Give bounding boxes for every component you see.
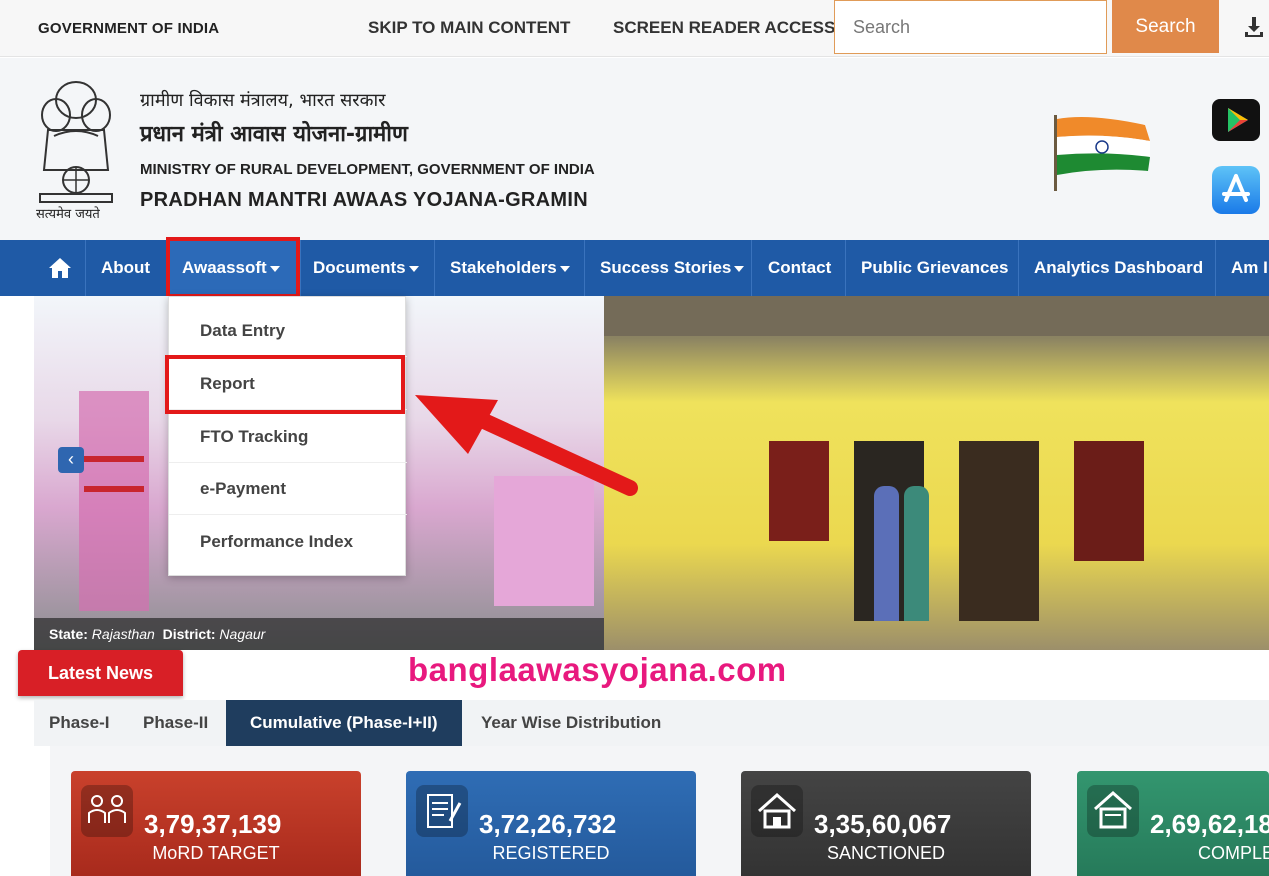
nav-public-grievances[interactable]: Public Grievances xyxy=(861,240,1008,296)
download-icon[interactable] xyxy=(1242,15,1266,39)
indian-flag-icon xyxy=(1054,115,1150,191)
emblem-motto: सत्यमेव जयते xyxy=(36,207,100,222)
stat-label: COMPLETED xyxy=(1197,843,1269,863)
stat-label: REGISTERED xyxy=(492,843,610,863)
latest-news-label[interactable]: Latest News xyxy=(18,650,183,696)
nav-success-stories[interactable]: Success Stories xyxy=(600,240,745,296)
search-button[interactable]: Search xyxy=(1112,0,1219,53)
nav-stakeholders-label: Stakeholders xyxy=(450,258,557,277)
awaassoft-dropdown: Data Entry Report FTO Tracking e-Payment… xyxy=(168,296,407,576)
tab-year-wise[interactable]: Year Wise Distribution xyxy=(481,700,661,746)
dropdown-item-e-payment[interactable]: e-Payment xyxy=(169,463,407,515)
nav-analytics-dashboard[interactable]: Analytics Dashboard xyxy=(1034,240,1203,296)
stat-value: 3,72,26,732 xyxy=(479,809,617,839)
house-icon xyxy=(751,785,803,837)
nav-stakeholders[interactable]: Stakeholders xyxy=(450,240,570,296)
stat-card-completed: 2,69,62,18 COMPLETED xyxy=(1077,771,1269,876)
stat-value: 3,79,37,139 xyxy=(144,809,282,839)
chevron-down-icon xyxy=(559,265,570,272)
nav-success-stories-label: Success Stories xyxy=(600,258,732,277)
report-highlight xyxy=(165,355,405,414)
nav-documents-label: Documents xyxy=(313,258,406,277)
stat-value: 3,35,60,067 xyxy=(814,809,952,839)
slider-prev-button[interactable]: ‹ xyxy=(58,447,84,473)
stat-card-sanctioned: 3,35,60,067 SANCTIONED xyxy=(741,771,1031,876)
dropdown-item-fto-tracking[interactable]: FTO Tracking xyxy=(169,411,407,463)
top-bar: GOVERNMENT OF INDIA SKIP TO MAIN CONTENT… xyxy=(0,0,1269,57)
slide-caption: State: Rajasthan District: Nagaur xyxy=(34,618,604,650)
state-value: Rajasthan xyxy=(91,626,155,642)
stat-card-target: 3,79,37,139 MoRD TARGET xyxy=(71,771,361,876)
chevron-down-icon xyxy=(269,265,280,272)
slide-image-right xyxy=(604,296,1269,650)
chevron-down-icon xyxy=(408,265,419,272)
scheme-hindi: प्रधान मंत्री आवास योजना-ग्रामीण xyxy=(140,122,408,147)
nav-contact[interactable]: Contact xyxy=(768,240,831,296)
dropdown-item-performance-index[interactable]: Performance Index xyxy=(169,516,407,568)
phase-tabs: Phase-I Phase-II Cumulative (Phase-I+II)… xyxy=(34,700,1269,746)
site-header: सत्यमेव जयते ग्रामीण विकास मंत्रालय, भार… xyxy=(0,58,1269,240)
state-label: State: xyxy=(49,626,88,642)
government-label: GOVERNMENT OF INDIA xyxy=(38,20,220,37)
google-play-icon[interactable] xyxy=(1212,99,1260,141)
ministry-english: MINISTRY OF RURAL DEVELOPMENT, GOVERNMEN… xyxy=(140,161,595,178)
scheme-english: PRADHAN MANTRI AWAAS YOJANA-GRAMIN xyxy=(140,189,588,211)
district-label: District: xyxy=(162,626,216,642)
people-target-icon xyxy=(81,785,133,837)
ministry-hindi: ग्रामीण विकास मंत्रालय, भारत सरकार xyxy=(140,90,386,111)
chevron-down-icon xyxy=(734,265,745,272)
screen-reader-link[interactable]: SCREEN READER ACCESS xyxy=(613,18,835,38)
nav-about[interactable]: About xyxy=(101,240,150,296)
registration-form-icon xyxy=(416,785,468,837)
district-value: Nagaur xyxy=(219,626,266,642)
skip-to-main-link[interactable]: SKIP TO MAIN CONTENT xyxy=(368,18,570,38)
app-store-icon[interactable] xyxy=(1212,166,1260,214)
tab-phase-i[interactable]: Phase-I xyxy=(49,700,109,746)
stat-card-registered: 3,72,26,732 REGISTERED xyxy=(406,771,696,876)
stat-label: SANCTIONED xyxy=(826,843,945,863)
nav-awaassoft[interactable]: Awaassoft xyxy=(182,240,280,296)
nav-documents[interactable]: Documents xyxy=(313,240,419,296)
tab-phase-ii[interactable]: Phase-II xyxy=(143,700,208,746)
stat-value: 2,69,62,18 xyxy=(1150,809,1269,839)
tab-cumulative[interactable]: Cumulative (Phase-I+II) xyxy=(226,700,462,746)
nav-am-i[interactable]: Am I xyxy=(1231,240,1268,296)
home-icon[interactable] xyxy=(48,257,72,279)
nav-awaassoft-label: Awaassoft xyxy=(182,258,267,277)
completed-house-icon xyxy=(1087,785,1139,837)
stat-label: MoRD TARGET xyxy=(152,843,280,863)
watermark-text: banglaawasyojana.com xyxy=(408,651,787,688)
dropdown-item-data-entry[interactable]: Data Entry xyxy=(169,305,407,357)
search-input[interactable] xyxy=(834,0,1107,54)
pointer-arrow-icon xyxy=(415,395,638,496)
